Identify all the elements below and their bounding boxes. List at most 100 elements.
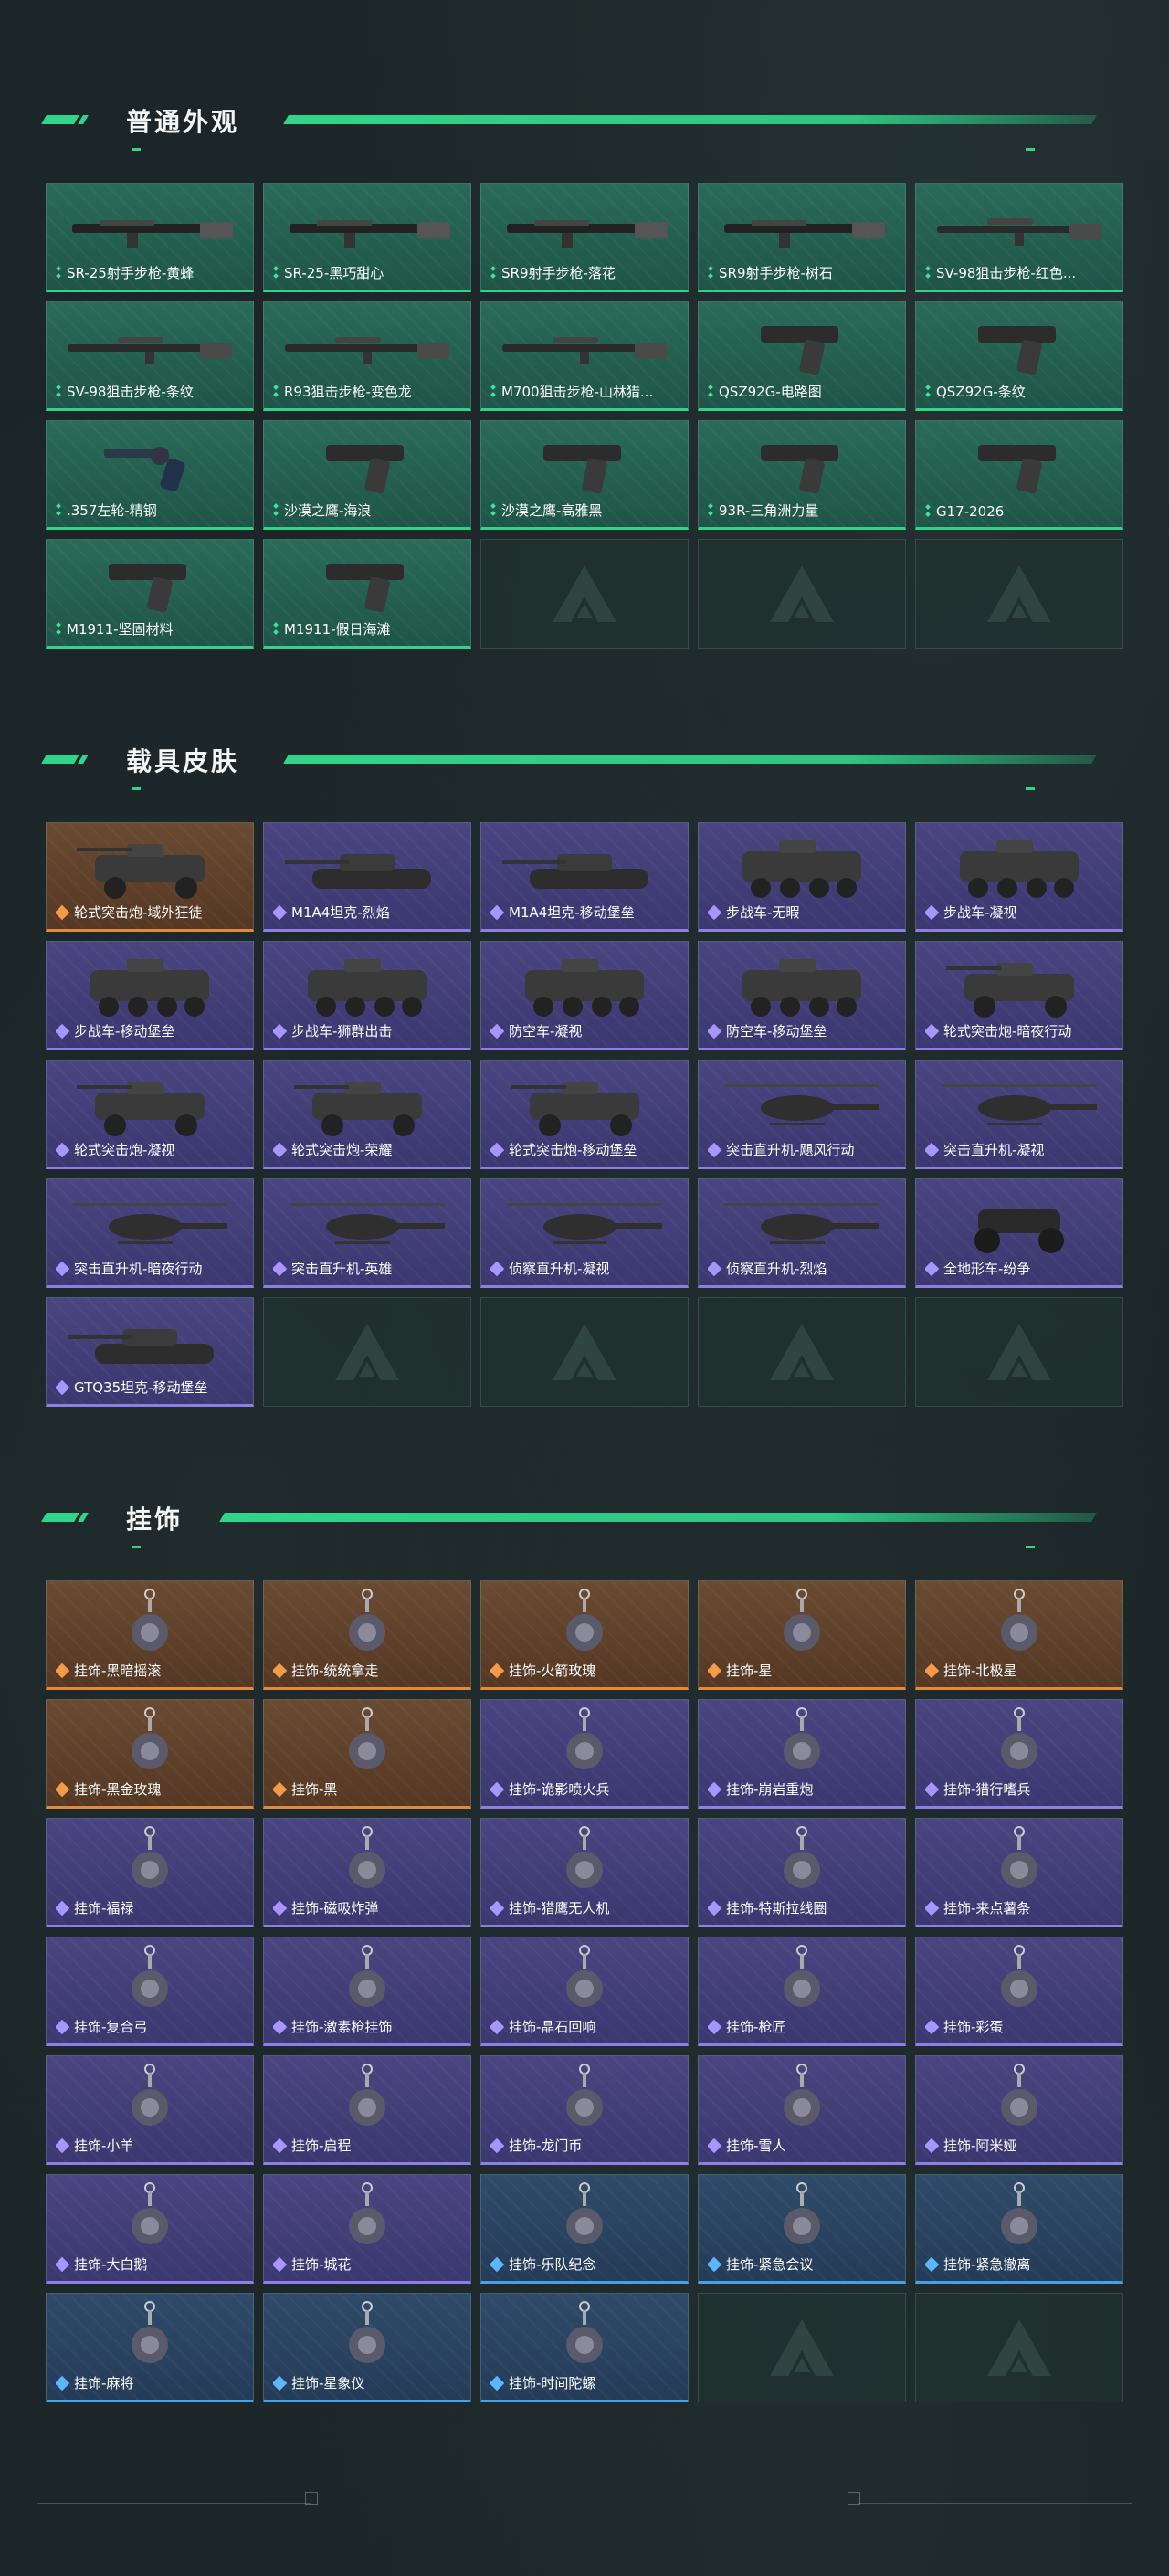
item-card[interactable]: R93狙击步枪-变色龙	[263, 301, 471, 411]
item-card[interactable]: 沙漠之鹰-高雅黑	[480, 420, 689, 530]
item-card[interactable]: 93R-三角洲力量	[698, 420, 906, 530]
item-card[interactable]: SR-25-黑巧甜心	[263, 183, 471, 292]
helicopter-icon	[715, 1075, 889, 1143]
item-name: 挂饰-来点薯条	[943, 1900, 1031, 1916]
item-card[interactable]: 突击直升机-凝视	[915, 1060, 1123, 1169]
item-label: 沙漠之鹰-海浪	[273, 501, 371, 520]
item-card[interactable]: 轮式突击炮-凝视	[46, 1060, 254, 1169]
item-card[interactable]: 侦察直升机-凝视	[480, 1178, 689, 1288]
item-card[interactable]: GTQ35坦克-移动堡垒	[46, 1297, 254, 1407]
item-card[interactable]: 挂饰-猎鹰无人机	[480, 1818, 689, 1927]
apc-icon	[77, 1071, 223, 1147]
item-card[interactable]: 全地形车-纷争	[915, 1178, 1123, 1288]
rarity-icon	[490, 1023, 505, 1039]
item-card[interactable]: 沙漠之鹰-海浪	[263, 420, 471, 530]
item-card[interactable]: 挂饰-麻将	[46, 2293, 254, 2402]
item-card[interactable]: 挂饰-复合弓	[46, 1937, 254, 2046]
item-name: R93狙击步枪-变色龙	[284, 384, 412, 400]
item-card[interactable]: 突击直升机-飓风行动	[698, 1060, 906, 1169]
item-card[interactable]: 挂饰-磁吸炸弹	[263, 1818, 471, 1927]
item-card[interactable]: 侦察直升机-烈焰	[698, 1178, 906, 1288]
item-card[interactable]: G17-2026	[915, 420, 1123, 530]
item-card[interactable]: 挂饰-龙门币	[480, 2055, 689, 2165]
item-card[interactable]: 挂饰-雪人	[698, 2055, 906, 2165]
item-card[interactable]: 挂饰-乐队纪念	[480, 2174, 689, 2284]
item-label: 突击直升机-英雄	[273, 1259, 392, 1278]
rarity-icon	[490, 385, 496, 398]
item-card[interactable]: SR9射手步枪-树石	[698, 183, 906, 292]
rarity-icon	[273, 504, 279, 517]
item-card[interactable]: 挂饰-启程	[263, 2055, 471, 2165]
item-card[interactable]: 挂饰-黑暗摇滚	[46, 1580, 254, 1690]
item-card[interactable]: 突击直升机-英雄	[263, 1178, 471, 1288]
empty-slot	[263, 1297, 471, 1407]
item-card[interactable]: 挂饰-福禄	[46, 1818, 254, 1927]
item-card[interactable]: 挂饰-火箭玫瑰	[480, 1580, 689, 1690]
item-card[interactable]: 挂饰-城花	[263, 2174, 471, 2284]
item-card[interactable]: 挂饰-枪匠	[698, 1937, 906, 2046]
item-card[interactable]: 挂饰-特斯拉线圈	[698, 1818, 906, 1927]
item-card[interactable]: 挂饰-彩蛋	[915, 1937, 1123, 2046]
charms-grid: 挂饰-黑暗摇滚 挂饰-统统拿走 挂饰-火箭玫瑰 挂饰-星 挂饰-北极星 挂饰-黑金玫瑰 挂饰…	[46, 1580, 1123, 2402]
item-card[interactable]: 挂饰-来点薯条	[915, 1818, 1123, 1927]
item-card[interactable]: 步战车-无暇	[698, 822, 906, 932]
item-card[interactable]: 挂饰-统统拿走	[263, 1580, 471, 1690]
item-card[interactable]: M700狙击步枪-山林猎...	[480, 301, 689, 411]
item-card[interactable]: M1911-坚固材料	[46, 539, 254, 649]
rarity-icon	[708, 267, 713, 280]
item-card[interactable]: 挂饰-大白鹅	[46, 2174, 254, 2284]
item-card[interactable]: 轮式突击炮-荣耀	[263, 1060, 471, 1169]
item-label: 挂饰-复合弓	[56, 2017, 147, 2036]
item-card[interactable]: SV-98狙击步枪-条纹	[46, 301, 254, 411]
item-name: 突击直升机-暗夜行动	[74, 1261, 203, 1277]
item-card[interactable]: 挂饰-紧急撤离	[915, 2174, 1123, 2284]
item-label: 挂饰-雪人	[708, 2136, 785, 2155]
item-card[interactable]: QSZ92G-电路图	[698, 301, 906, 411]
item-card[interactable]: 挂饰-小羊	[46, 2055, 254, 2165]
item-name: 挂饰-启程	[291, 2138, 352, 2154]
item-label: 防空车-凝视	[490, 1021, 582, 1040]
item-card[interactable]: M1911-假日海滩	[263, 539, 471, 649]
item-card[interactable]: 步战车-凝视	[915, 822, 1123, 932]
item-label: 挂饰-乐队纪念	[490, 2254, 595, 2274]
item-card[interactable]: 步战车-狮群出击	[263, 941, 471, 1050]
item-card[interactable]: 轮式突击炮-移动堡垒	[480, 1060, 689, 1169]
item-card[interactable]: 防空车-移动堡垒	[698, 941, 906, 1050]
item-card[interactable]: 挂饰-北极星	[915, 1580, 1123, 1690]
item-card[interactable]: M1A4坦克-移动堡垒	[480, 822, 689, 932]
item-card[interactable]: 轮式突击炮-域外狂徒	[46, 822, 254, 932]
item-label: 挂饰-北极星	[925, 1661, 1016, 1680]
item-card[interactable]: 挂饰-晶石回响	[480, 1937, 689, 2046]
item-label: SR-25射手步枪-黄蜂	[56, 263, 194, 282]
item-card[interactable]: SV-98狙击步枪-红色...	[915, 183, 1123, 292]
ifv-icon	[724, 833, 879, 910]
item-card[interactable]: 挂饰-猎行嗜兵	[915, 1699, 1123, 1809]
item-card[interactable]: 挂饰-阿米娅	[915, 2055, 1123, 2165]
item-card[interactable]: 防空车-凝视	[480, 941, 689, 1050]
item-card[interactable]: 挂饰-激素枪挂饰	[263, 1937, 471, 2046]
item-card[interactable]: 步战车-移动堡垒	[46, 941, 254, 1050]
item-card[interactable]: 挂饰-黑金玫瑰	[46, 1699, 254, 1809]
item-card[interactable]: 挂饰-黑	[263, 1699, 471, 1809]
item-card[interactable]: 轮式突击炮-暗夜行动	[915, 941, 1123, 1050]
item-name: SV-98狙击步枪-条纹	[67, 384, 194, 400]
item-card[interactable]: SR9射手步枪-落花	[480, 183, 689, 292]
rarity-icon	[56, 1023, 70, 1039]
item-card[interactable]: 挂饰-时间陀螺	[480, 2293, 689, 2402]
item-card[interactable]: 挂饰-崩岩重炮	[698, 1699, 906, 1809]
sniper-icon	[63, 326, 237, 375]
item-card[interactable]: 挂饰-紧急会议	[698, 2174, 906, 2284]
item-card[interactable]: .357左轮-精钢	[46, 420, 254, 530]
item-name: 挂饰-麻将	[74, 2375, 134, 2391]
item-card[interactable]: 挂饰-星	[698, 1580, 906, 1690]
item-card[interactable]: SR-25射手步枪-黄蜂	[46, 183, 254, 292]
rarity-icon	[925, 385, 931, 398]
item-name: SR9射手步枪-树石	[719, 265, 833, 281]
item-card[interactable]: 突击直升机-暗夜行动	[46, 1178, 254, 1288]
item-card[interactable]: M1A4坦克-烈焰	[263, 822, 471, 932]
item-label: 挂饰-福禄	[56, 1898, 133, 1917]
item-card[interactable]: 挂饰-诡影喷火兵	[480, 1699, 689, 1809]
item-card[interactable]: QSZ92G-条纹	[915, 301, 1123, 411]
item-card[interactable]: 挂饰-星象仪	[263, 2293, 471, 2402]
pistol-icon	[752, 317, 852, 385]
